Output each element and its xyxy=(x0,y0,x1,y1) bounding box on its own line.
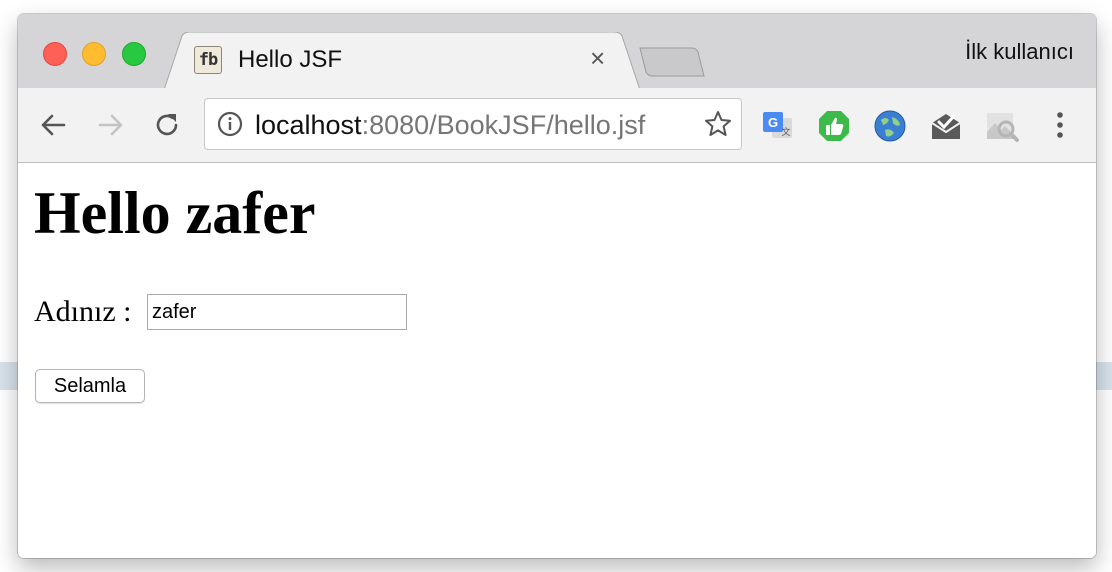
tab-hello-jsf[interactable]: fb Hello JSF × xyxy=(164,32,640,90)
tab-strip: fb Hello JSF × İlk kullanıcı xyxy=(18,14,1096,90)
browser-window: fb Hello JSF × İlk kullanıcı localhost:8… xyxy=(18,14,1096,558)
url-host: localhost xyxy=(255,110,362,140)
profile-name[interactable]: İlk kullanıcı xyxy=(965,39,1074,65)
svg-text:文: 文 xyxy=(781,126,790,137)
tab-title: Hello JSF xyxy=(238,46,343,73)
mail-check-icon[interactable] xyxy=(928,108,964,144)
url-text[interactable]: localhost:8080/BookJSF/hello.jsf xyxy=(255,109,645,141)
zoom-window-button[interactable] xyxy=(122,42,146,66)
page-content: Hello zafer Adınız : Selamla xyxy=(18,163,1096,558)
minimize-window-button[interactable] xyxy=(82,42,106,66)
browser-toolbar: localhost:8080/BookJSF/hello.jsf G 文 xyxy=(18,88,1096,163)
arrow-right-icon[interactable] xyxy=(96,110,126,140)
more-vertical-icon[interactable] xyxy=(1048,110,1072,140)
new-tab-button[interactable] xyxy=(638,46,708,80)
google-translate-icon[interactable]: G 文 xyxy=(760,108,796,144)
tab-close-icon[interactable]: × xyxy=(590,44,605,72)
name-input[interactable] xyxy=(147,294,407,330)
star-icon[interactable] xyxy=(703,109,733,139)
svg-text:G: G xyxy=(768,115,778,130)
name-label: Adınız : xyxy=(34,295,132,328)
site-favicon: fb xyxy=(194,46,222,74)
address-bar[interactable]: localhost:8080/BookJSF/hello.jsf xyxy=(204,98,742,150)
info-icon[interactable] xyxy=(217,111,243,137)
page-heading: Hello zafer xyxy=(34,180,316,246)
tab-background xyxy=(164,32,640,90)
globe-icon[interactable] xyxy=(872,108,908,144)
reload-icon[interactable] xyxy=(152,110,182,140)
greet-button[interactable]: Selamla xyxy=(35,369,145,403)
close-window-button[interactable] xyxy=(43,42,67,66)
arrow-left-icon[interactable] xyxy=(38,110,68,140)
thumbs-up-icon[interactable] xyxy=(816,108,852,144)
url-path: :8080/BookJSF/hello.jsf xyxy=(361,110,646,140)
image-search-icon[interactable] xyxy=(984,108,1020,144)
